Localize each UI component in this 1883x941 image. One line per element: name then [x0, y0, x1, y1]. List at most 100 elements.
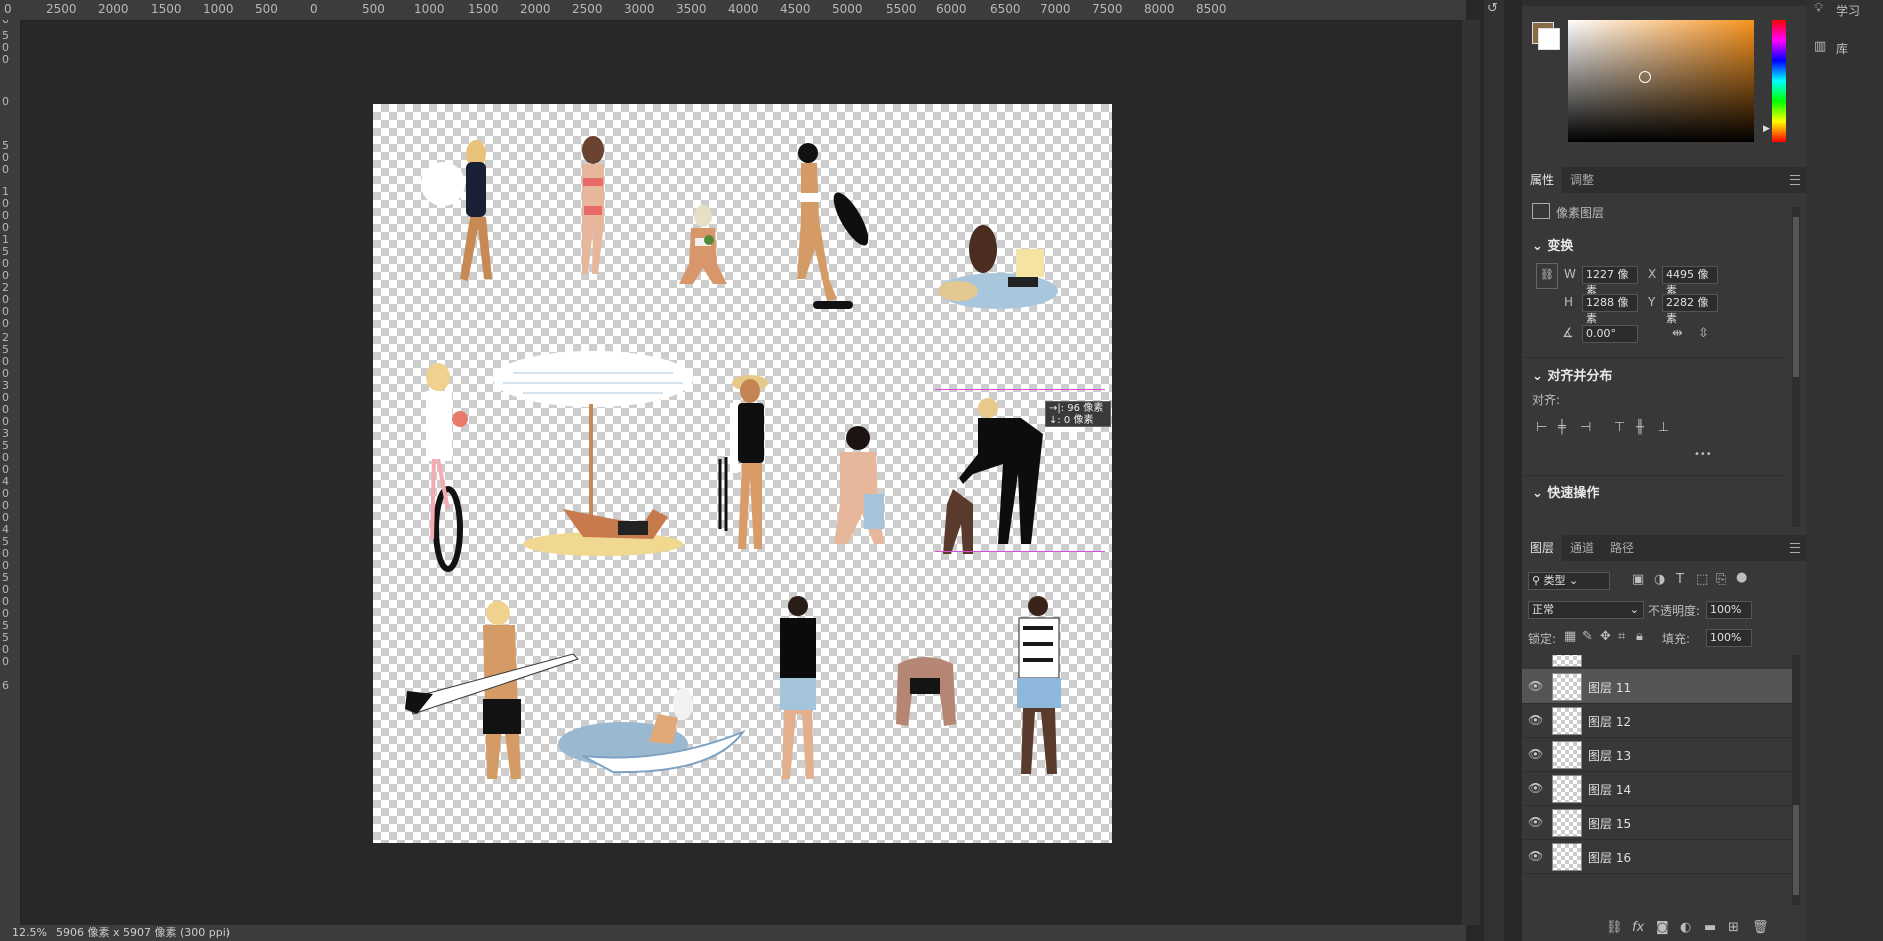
visibility-eye-icon[interactable]: 👁︎: [1528, 747, 1543, 761]
hue-slider[interactable]: [1772, 20, 1786, 142]
color-picker-ring[interactable]: [1639, 71, 1651, 83]
flip-horizontal-icon[interactable]: ⇹: [1672, 327, 1683, 341]
y-field[interactable]: 2282 像素: [1662, 294, 1718, 325]
layer-name[interactable]: 图层 15: [1588, 815, 1631, 832]
fx-icon[interactable]: fx: [1632, 921, 1644, 935]
filter-type-icon[interactable]: T: [1676, 573, 1684, 587]
hue-slider-arrow[interactable]: ▶: [1763, 124, 1770, 134]
ruler-left-label: 3 5 0 0: [2, 427, 9, 476]
zoom-level[interactable]: 12.5%: [12, 925, 47, 941]
x-field[interactable]: 4495 像素: [1662, 266, 1718, 297]
properties-menu-icon[interactable]: [1790, 175, 1800, 185]
figure-man-crouching: [834, 426, 884, 544]
figure-woman-striped-swimsuit: [421, 140, 492, 281]
lock-label: 锁定:: [1528, 632, 1557, 646]
align-top-icon[interactable]: ⊤: [1614, 421, 1625, 435]
collapsed-dock-column[interactable]: ↺: [1484, 0, 1504, 941]
ruler-top[interactable]: 0 2500 2000 1500 1000 500 0 500 1000 1500 2000 2500…: [0, 0, 1466, 21]
library-panel-button[interactable]: ▥ 库: [1808, 38, 1878, 58]
status-menu-arrow[interactable]: ›: [226, 925, 230, 941]
link-dimensions-icon[interactable]: ⛓: [1536, 263, 1558, 289]
lock-transparent-icon[interactable]: ▦: [1564, 630, 1576, 644]
figure-umbrella-sunbather: [493, 351, 693, 556]
new-layer-icon[interactable]: ⊞: [1728, 921, 1739, 935]
flip-vertical-icon[interactable]: ⇳: [1698, 327, 1709, 341]
filter-pixel-icon[interactable]: ▣: [1632, 573, 1644, 587]
tab-layers[interactable]: 图层: [1522, 535, 1563, 561]
ruler-left[interactable]: 0 5 0 0 0 5 0 0 1 0 0 01 5 0 02 0 0 02 5 0 0…: [0, 20, 21, 925]
layer-row-12[interactable]: 👁︎ 图层 12: [1522, 703, 1792, 738]
tooltip-line-2: ↓: 0 像素: [1049, 415, 1094, 426]
ruler-left-label: 4 0 0 0: [2, 475, 9, 524]
layer-name[interactable]: 图层 14: [1588, 781, 1631, 798]
group-icon[interactable]: ▬: [1704, 921, 1716, 935]
quick-actions-section[interactable]: ⌄ 快速操作: [1532, 482, 1599, 501]
visibility-eye-icon[interactable]: 👁︎: [1528, 815, 1543, 829]
learn-panel-button[interactable]: 💡︎ 学习: [1808, 0, 1878, 20]
trash-icon[interactable]: 🗑︎: [1752, 921, 1769, 935]
height-field[interactable]: 1288 像素: [1582, 294, 1638, 325]
mask-icon[interactable]: ◙: [1656, 921, 1669, 935]
layer-row-14[interactable]: 👁︎ 图层 14: [1522, 771, 1792, 806]
layer-filter-select[interactable]: ⚲ 类型 ⌄: [1528, 572, 1610, 590]
more-options-button[interactable]: •••: [1694, 449, 1712, 460]
width-field[interactable]: 1227 像素: [1582, 266, 1638, 297]
visibility-eye-icon[interactable]: 👁︎: [1528, 849, 1543, 863]
color-panel-tabs: [1522, 0, 1806, 6]
align-right-icon[interactable]: ⊣: [1580, 421, 1591, 435]
align-hcenter-icon[interactable]: ╪: [1558, 421, 1566, 435]
layer-name[interactable]: 图层 12: [1588, 713, 1631, 730]
layer-row-partial[interactable]: [1522, 655, 1792, 670]
tab-properties[interactable]: 属性: [1522, 167, 1563, 193]
layer-row-13[interactable]: 👁︎ 图层 13: [1522, 737, 1792, 772]
layers-scroll-thumb[interactable]: [1793, 805, 1799, 895]
visibility-eye-icon[interactable]: 👁︎: [1528, 781, 1543, 795]
transform-section[interactable]: ⌄ 变换: [1532, 235, 1573, 254]
filter-toggle-icon[interactable]: ●: [1736, 571, 1747, 585]
color-field[interactable]: [1568, 20, 1754, 142]
align-vcenter-icon[interactable]: ╫: [1636, 421, 1644, 435]
ruler-top-label: 1500: [468, 2, 499, 16]
align-section[interactable]: ⌄ 对齐并分布: [1532, 365, 1612, 384]
lock-artboard-icon[interactable]: ⌗: [1618, 630, 1625, 644]
layers-menu-icon[interactable]: [1790, 543, 1800, 553]
link-icon[interactable]: ⛓: [1606, 921, 1623, 935]
visibility-eye-icon[interactable]: 👁︎: [1528, 679, 1543, 693]
layer-name[interactable]: 图层 13: [1588, 747, 1631, 764]
background-swatch[interactable]: [1538, 28, 1560, 50]
filter-adjust-icon[interactable]: ◑: [1654, 573, 1665, 587]
fill-field[interactable]: 100%: [1706, 629, 1752, 647]
layer-row-15[interactable]: 👁︎ 图层 15: [1522, 805, 1792, 840]
layer-list[interactable]: 👁︎ 图层 11 👁︎ 图层 12 👁︎ 图层 13 👁︎ 图层 14 👁︎ 图…: [1522, 655, 1792, 907]
ruler-top-label: 6000: [936, 2, 967, 16]
lock-brush-icon[interactable]: ✎: [1582, 630, 1593, 644]
right-panel-strip: 💡︎ 学习 ▥ 库: [1806, 0, 1883, 941]
history-icon[interactable]: ↺: [1487, 2, 1498, 16]
filter-smart-icon[interactable]: ⎘: [1716, 573, 1726, 587]
properties-scroll-thumb[interactable]: [1793, 217, 1799, 377]
tab-adjustments[interactable]: 调整: [1562, 167, 1602, 193]
opacity-field[interactable]: 100%: [1706, 601, 1752, 619]
blend-mode-select[interactable]: 正常 ⌄: [1528, 601, 1644, 619]
tab-channels[interactable]: 通道: [1562, 535, 1602, 561]
align-left-icon[interactable]: ⊢: [1536, 421, 1547, 435]
ruler-top-label: 8000: [1144, 2, 1175, 16]
layer-row-11[interactable]: 👁︎ 图层 11: [1522, 669, 1792, 704]
lock-all-icon[interactable]: 🔒︎: [1636, 630, 1643, 644]
properties-scrollbar[interactable]: [1792, 207, 1800, 527]
quick-actions-title: 快速操作: [1547, 486, 1600, 501]
layer-row-16[interactable]: 👁︎ 图层 16: [1522, 839, 1792, 874]
layer-name[interactable]: 图层 11: [1588, 679, 1631, 696]
angle-field[interactable]: 0.00°: [1582, 325, 1638, 343]
layers-tabs: 图层 通道 路径: [1522, 535, 1806, 561]
tab-paths[interactable]: 路径: [1602, 535, 1642, 561]
align-bottom-icon[interactable]: ⊥: [1658, 421, 1669, 435]
visibility-eye-icon[interactable]: 👁︎: [1528, 713, 1543, 727]
document-canvas[interactable]: [373, 104, 1112, 843]
lock-position-icon[interactable]: ✥: [1600, 630, 1611, 644]
adjustment-icon[interactable]: ◐: [1680, 921, 1691, 935]
layer-name[interactable]: 图层 16: [1588, 849, 1631, 866]
layers-scrollbar[interactable]: [1792, 655, 1800, 905]
vertical-scrollbar[interactable]: [1462, 20, 1480, 925]
filter-shape-icon[interactable]: ⬚: [1696, 573, 1708, 587]
